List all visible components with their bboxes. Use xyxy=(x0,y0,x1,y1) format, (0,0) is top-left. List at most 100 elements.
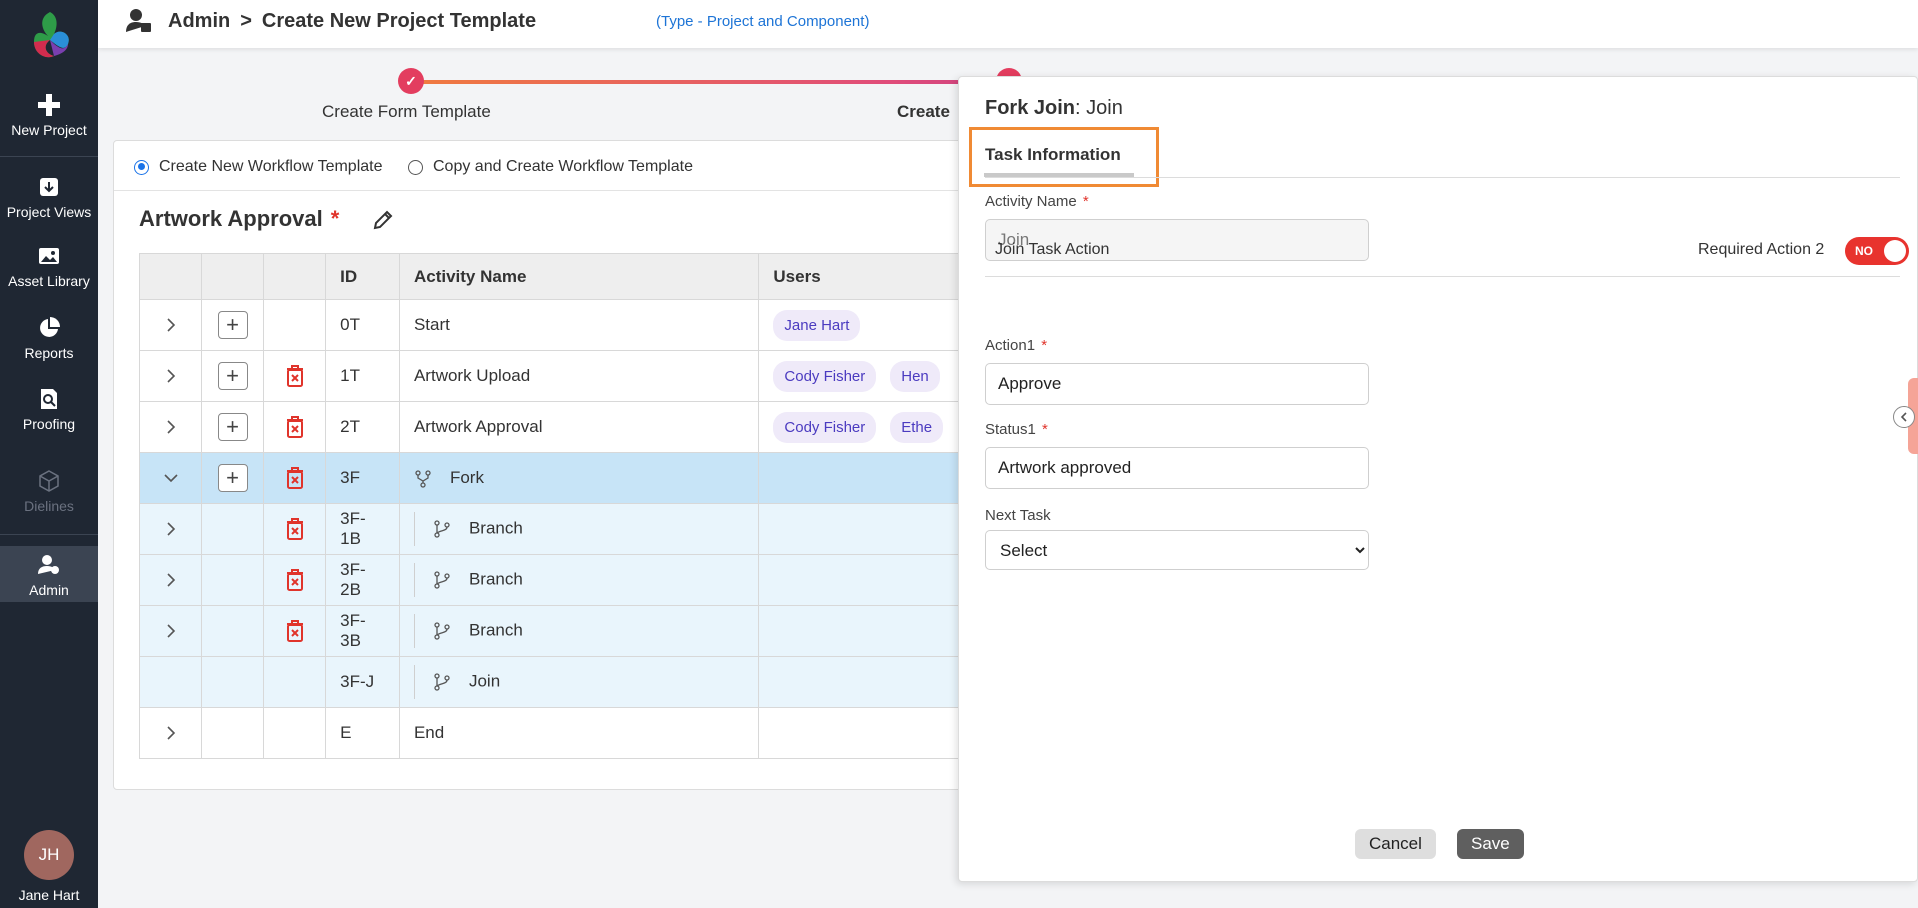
row-activity-name: Artwork Upload xyxy=(398,350,760,402)
trash-icon[interactable] xyxy=(285,365,305,387)
breadcrumb-separator: > xyxy=(240,10,252,32)
nav-divider xyxy=(0,156,98,157)
trash-icon[interactable] xyxy=(285,416,305,438)
row-id: 3F-2B xyxy=(325,554,400,606)
nav-proofing[interactable]: Proofing xyxy=(0,388,98,432)
row-activity-name: Artwork Approval xyxy=(398,401,760,453)
row-id: 3F-3B xyxy=(325,605,400,657)
panel-title-name: : Join xyxy=(1075,97,1123,119)
join-task-action-row: Join Task Action Required Action 2 NO xyxy=(985,227,1909,277)
add-activity-button[interactable]: + xyxy=(217,311,248,339)
pencil-edit-icon[interactable] xyxy=(372,209,394,231)
radio-label: Create New Workflow Template xyxy=(159,158,383,175)
add-activity-button[interactable]: + xyxy=(217,464,248,492)
chevron-right-icon[interactable] xyxy=(162,418,180,436)
row-activity-name: Fork xyxy=(449,468,484,487)
user-chip[interactable]: Cody Fisher xyxy=(773,411,877,443)
row-id: 3F-1B xyxy=(325,503,400,555)
trash-icon[interactable] xyxy=(285,518,305,540)
branch-icon xyxy=(434,622,450,640)
trash-icon[interactable] xyxy=(285,467,305,489)
branch-icon xyxy=(434,520,450,538)
row-id: E xyxy=(325,707,400,759)
nav-dielines: Dielines xyxy=(0,470,98,514)
cancel-button[interactable]: Cancel xyxy=(1355,829,1436,859)
nav-label: Project Views xyxy=(6,204,92,220)
required-action-toggle[interactable]: NO xyxy=(1845,237,1909,265)
chevron-right-icon[interactable] xyxy=(162,571,180,589)
chevron-right-icon[interactable] xyxy=(162,520,180,538)
row-activity-name: Branch xyxy=(468,518,523,538)
status1-input[interactable] xyxy=(985,447,1369,489)
col-add xyxy=(201,253,264,300)
trash-icon[interactable] xyxy=(285,569,305,591)
step-1-check-icon[interactable]: ✓ xyxy=(398,68,424,94)
archive-icon xyxy=(40,178,58,196)
branch-icon xyxy=(434,571,450,589)
indent-guide xyxy=(413,563,415,597)
nav-label: Asset Library xyxy=(8,273,90,289)
chevron-right-icon[interactable] xyxy=(162,367,180,385)
proof-search-icon xyxy=(41,389,57,409)
col-expand xyxy=(138,253,203,300)
chevron-right-icon[interactable] xyxy=(162,724,180,742)
add-activity-button[interactable]: + xyxy=(217,362,248,390)
user-chip[interactable]: Hen xyxy=(890,360,940,392)
radio-selected-icon[interactable] xyxy=(134,159,149,175)
add-activity-button[interactable]: + xyxy=(217,413,248,441)
row-id: 2T xyxy=(325,401,400,453)
nav-label: Dielines xyxy=(24,498,74,514)
nav-reports[interactable]: Reports xyxy=(0,317,98,361)
nav-label: Proofing xyxy=(22,416,76,432)
nav-asset-library[interactable]: Asset Library xyxy=(0,245,98,289)
user-chip[interactable]: Cody Fisher xyxy=(773,360,877,392)
chevron-down-icon[interactable] xyxy=(162,469,180,487)
row-activity-name: Start xyxy=(398,299,760,351)
nav-project-views[interactable]: Project Views xyxy=(0,176,98,220)
avatar[interactable]: JH xyxy=(24,830,74,880)
save-button[interactable]: Save xyxy=(1457,829,1524,859)
row-id: 3F xyxy=(325,452,400,504)
nav-label: Reports xyxy=(24,345,74,361)
radio-copy-create[interactable]: Copy and Create Workflow Template xyxy=(408,158,693,176)
user-chip[interactable]: Ethe xyxy=(890,411,944,443)
chevron-right-icon[interactable] xyxy=(162,316,180,334)
radio-unselected-icon[interactable] xyxy=(408,159,423,175)
indent-guide xyxy=(413,665,415,699)
chevron-right-icon[interactable] xyxy=(162,622,180,640)
nav-new-project[interactable]: New Project xyxy=(0,94,98,138)
tab-divider xyxy=(985,177,1900,178)
toggle-text: NO xyxy=(1855,244,1873,258)
avatar-initials: JH xyxy=(38,845,60,864)
panel-title-type: Fork Join xyxy=(985,97,1076,119)
activity-name-label: Activity Name * xyxy=(985,193,1089,210)
required-action-label: Required Action 2 xyxy=(1698,241,1825,258)
status1-label: Status1 * xyxy=(985,421,1048,438)
join-icon xyxy=(434,673,450,691)
admin-user-icon xyxy=(38,555,59,574)
collapse-toggle-button[interactable] xyxy=(1893,406,1915,428)
indent-guide xyxy=(413,614,415,648)
tab-task-information[interactable]: Task Information xyxy=(985,145,1121,165)
user-chip[interactable]: Jane Hart xyxy=(773,309,861,341)
nav-admin[interactable]: Admin xyxy=(0,546,98,602)
radio-create-new[interactable]: Create New Workflow Template xyxy=(134,158,383,176)
trash-icon[interactable] xyxy=(285,620,305,642)
panel-title: Fork Join: Join xyxy=(985,97,1123,120)
row-activity-name: Branch xyxy=(468,620,523,640)
row-activity-name: Branch xyxy=(468,569,523,589)
row-activity-name: End xyxy=(398,707,760,759)
toggle-knob xyxy=(1884,240,1906,262)
col-id: ID xyxy=(325,253,400,300)
workflow-title-text: Artwork Approval xyxy=(139,206,323,231)
user-name: Jane Hart xyxy=(18,887,80,903)
pie-chart-icon xyxy=(40,317,60,337)
plus-icon xyxy=(38,94,60,116)
nav-divider xyxy=(0,534,98,535)
action1-input[interactable] xyxy=(985,363,1369,405)
nav-label: Admin xyxy=(29,582,69,598)
breadcrumb-admin[interactable]: Admin xyxy=(168,10,230,32)
next-task-select[interactable]: Select xyxy=(985,530,1369,570)
chevron-left-icon xyxy=(1900,412,1907,422)
step-2-label: Create xyxy=(897,102,950,121)
